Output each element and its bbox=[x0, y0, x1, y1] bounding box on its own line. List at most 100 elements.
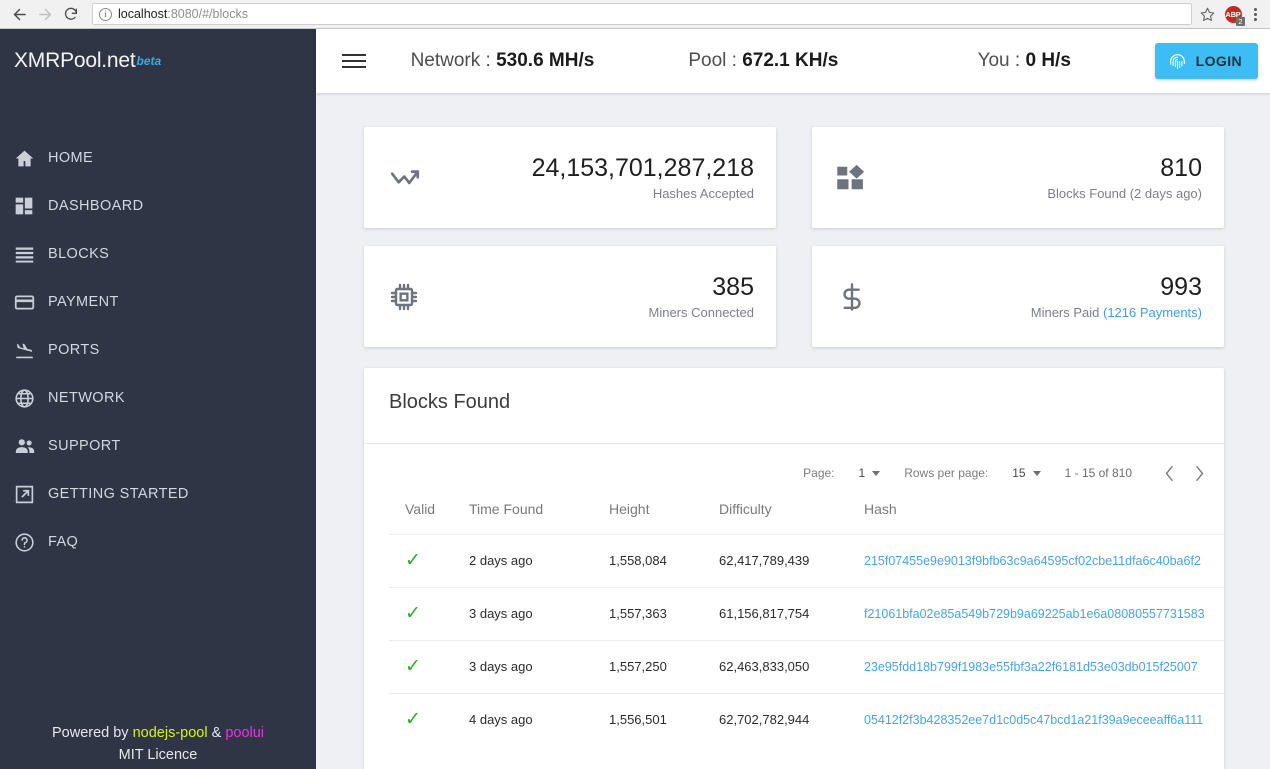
block-hash-link[interactable]: 05412f2f3b428352ee7d1c0d5c47bcd1a21f39a9… bbox=[864, 713, 1203, 727]
adblock-badge: 2 bbox=[1236, 17, 1245, 26]
valid-check-icon: ✓ bbox=[405, 656, 421, 677]
login-button[interactable]: LOGIN bbox=[1154, 43, 1259, 79]
fingerprint-icon bbox=[1167, 51, 1188, 72]
cell-time-found: 3 days ago bbox=[469, 586, 609, 640]
content-area: 24,153,701,287,218 Hashes Accepted 810 B… bbox=[316, 93, 1270, 769]
hamburger-icon[interactable] bbox=[342, 46, 372, 76]
rows-per-page-select[interactable]: 15 bbox=[1012, 466, 1041, 480]
table-row[interactable]: ✓ 2 days ago 1,558,084 62,417,789,439 21… bbox=[389, 533, 1224, 587]
brand-name: XMRPool.net bbox=[14, 49, 136, 72]
nodejs-pool-link[interactable]: nodejs-pool bbox=[133, 725, 208, 741]
block-hash-link[interactable]: f21061bfa02e85a549b729b9a69225ab1e6a0808… bbox=[864, 607, 1205, 621]
sidebar-item-label: BLOCKS bbox=[48, 246, 110, 262]
column-header-difficulty[interactable]: Difficulty bbox=[719, 490, 864, 534]
block-hash-link[interactable]: 23e95fdd18b799f1983e55fbf3a22f6181d53e03… bbox=[864, 660, 1198, 674]
sidebar-footer: Powered by nodejs-pool & poolui MIT Lice… bbox=[0, 722, 316, 769]
cell-valid: ✓ bbox=[389, 533, 469, 587]
sidebar-item-label: NETWORK bbox=[48, 390, 125, 406]
url-host: localhost bbox=[118, 7, 168, 21]
column-header-hash[interactable]: Hash bbox=[864, 490, 1224, 534]
miners-paid-text: Miners Paid bbox=[1030, 305, 1103, 321]
sidebar-item-label: HOME bbox=[48, 150, 94, 166]
sidebar-item-network[interactable]: NETWORK bbox=[0, 374, 316, 422]
site-info-icon[interactable]: i bbox=[99, 7, 112, 21]
cell-hash: f21061bfa02e85a549b729b9a69225ab1e6a0808… bbox=[864, 586, 1224, 640]
payments-count-link[interactable]: (1216 Payments) bbox=[1103, 305, 1202, 320]
sidebar-item-ports[interactable]: PORTS bbox=[0, 326, 316, 374]
card-body: 810 Blocks Found (2 days ago) bbox=[866, 154, 1202, 202]
chevron-down-icon bbox=[1032, 470, 1041, 476]
people-icon bbox=[14, 435, 48, 457]
pool-hashrate-stat: Pool : 672.1 KH/s bbox=[633, 50, 894, 72]
cell-height: 1,557,363 bbox=[609, 586, 719, 640]
licence-text: MIT Licence bbox=[118, 747, 198, 763]
column-header-valid[interactable]: Valid bbox=[389, 490, 469, 534]
hashes-accepted-value: 24,153,701,287,218 bbox=[531, 153, 754, 182]
top-bar: Network : 530.6 MH/s Pool : 672.1 KH/s Y… bbox=[316, 29, 1270, 93]
pool-value: 672.1 KH/s bbox=[742, 50, 839, 71]
card-body: 993 Miners Paid (1216 Payments) bbox=[868, 273, 1202, 321]
cell-time-found: 4 days ago bbox=[469, 692, 609, 746]
sidebar-item-home[interactable]: HOME bbox=[0, 134, 316, 182]
address-bar[interactable]: i localhost:8080/#/blocks bbox=[92, 3, 1192, 25]
sidebar-item-payment[interactable]: PAYMENT bbox=[0, 278, 316, 326]
kebab-menu-icon[interactable] bbox=[1246, 7, 1264, 21]
cell-hash: 05412f2f3b428352ee7d1c0d5c47bcd1a21f39a9… bbox=[864, 692, 1224, 746]
column-header-time-found[interactable]: Time Found bbox=[469, 490, 609, 534]
app-shell: XMRPool.net beta HOME DASHBOARD BLOCKS P… bbox=[0, 29, 1270, 769]
sidebar-item-getting-started[interactable]: GETTING STARTED bbox=[0, 470, 316, 518]
cell-time-found: 3 days ago bbox=[469, 639, 609, 693]
hashes-accepted-label: Hashes Accepted bbox=[652, 186, 754, 202]
sidebar-item-blocks[interactable]: BLOCKS bbox=[0, 230, 316, 278]
cell-hash: 23e95fdd18b799f1983e55fbf3a22f6181d53e03… bbox=[864, 639, 1224, 693]
cell-valid: ✓ bbox=[389, 639, 469, 693]
stat-card-grid: 24,153,701,287,218 Hashes Accepted 810 B… bbox=[364, 127, 1224, 347]
adblock-extension-icon[interactable]: ABP 2 bbox=[1222, 3, 1245, 26]
url-text: localhost:8080/#/blocks bbox=[118, 7, 248, 21]
sidebar-item-faq[interactable]: FAQ bbox=[0, 518, 316, 566]
previous-page-button[interactable] bbox=[1154, 458, 1184, 488]
next-page-button[interactable] bbox=[1184, 458, 1214, 488]
column-header-height[interactable]: Height bbox=[609, 490, 719, 534]
forward-button[interactable] bbox=[32, 1, 58, 27]
table-row[interactable]: ✓ 4 days ago 1,556,501 62,702,782,944 05… bbox=[389, 692, 1224, 746]
valid-check-icon: ✓ bbox=[405, 603, 421, 624]
table-row[interactable]: ✓ 3 days ago 1,557,250 62,463,833,050 23… bbox=[389, 639, 1224, 693]
poolui-link[interactable]: poolui bbox=[225, 725, 264, 741]
reload-button[interactable] bbox=[58, 1, 84, 27]
ampersand: & bbox=[207, 725, 226, 741]
table-row[interactable]: ✓ 3 days ago 1,557,363 61,156,817,754 f2… bbox=[389, 586, 1224, 640]
network-label: Network : bbox=[410, 50, 497, 71]
rows-per-page-label: Rows per page: bbox=[904, 466, 989, 480]
page-label: Page: bbox=[803, 466, 835, 480]
home-icon bbox=[14, 148, 48, 169]
rows-per-page-value: 15 bbox=[1012, 466, 1026, 480]
sidebar: XMRPool.net beta HOME DASHBOARD BLOCKS P… bbox=[0, 29, 316, 769]
dashboard-icon bbox=[14, 196, 48, 216]
cell-height: 1,557,250 bbox=[609, 639, 719, 693]
cell-time-found: 2 days ago bbox=[469, 533, 609, 587]
page-select[interactable]: 1 bbox=[859, 466, 881, 480]
powered-by-prefix: Powered by bbox=[51, 725, 133, 741]
miners-paid-value: 993 bbox=[1160, 272, 1202, 301]
cell-height: 1,556,501 bbox=[609, 692, 719, 746]
block-hash-link[interactable]: 215f07455e9e9013f9bfb63c9a64595cf02cbe11… bbox=[864, 554, 1201, 568]
sidebar-item-support[interactable]: SUPPORT bbox=[0, 422, 316, 470]
sidebar-item-dashboard[interactable]: DASHBOARD bbox=[0, 182, 316, 230]
brand-logo[interactable]: XMRPool.net beta bbox=[0, 29, 316, 93]
cell-height: 1,558,084 bbox=[609, 533, 719, 587]
blocks-found-card: 810 Blocks Found (2 days ago) bbox=[812, 127, 1224, 228]
table-body: ✓ 2 days ago 1,558,084 62,417,789,439 21… bbox=[389, 533, 1224, 746]
dollar-sign-icon bbox=[836, 281, 868, 313]
blocks-table-wrapper: Valid Time Found Height Difficulty Hash … bbox=[364, 490, 1224, 746]
blocks-shapes-icon bbox=[836, 163, 866, 193]
back-button[interactable] bbox=[6, 1, 32, 27]
main-area: Network : 530.6 MH/s Pool : 672.1 KH/s Y… bbox=[316, 29, 1270, 769]
you-value: 0 H/s bbox=[1025, 50, 1071, 71]
sidebar-item-label: FAQ bbox=[48, 534, 79, 550]
miners-connected-value: 385 bbox=[712, 272, 754, 301]
cell-hash: 215f07455e9e9013f9bfb63c9a64595cf02cbe11… bbox=[864, 533, 1224, 587]
help-circle-icon bbox=[14, 532, 48, 553]
star-icon[interactable] bbox=[1196, 3, 1218, 25]
blocks-found-value: 810 bbox=[1160, 153, 1202, 182]
